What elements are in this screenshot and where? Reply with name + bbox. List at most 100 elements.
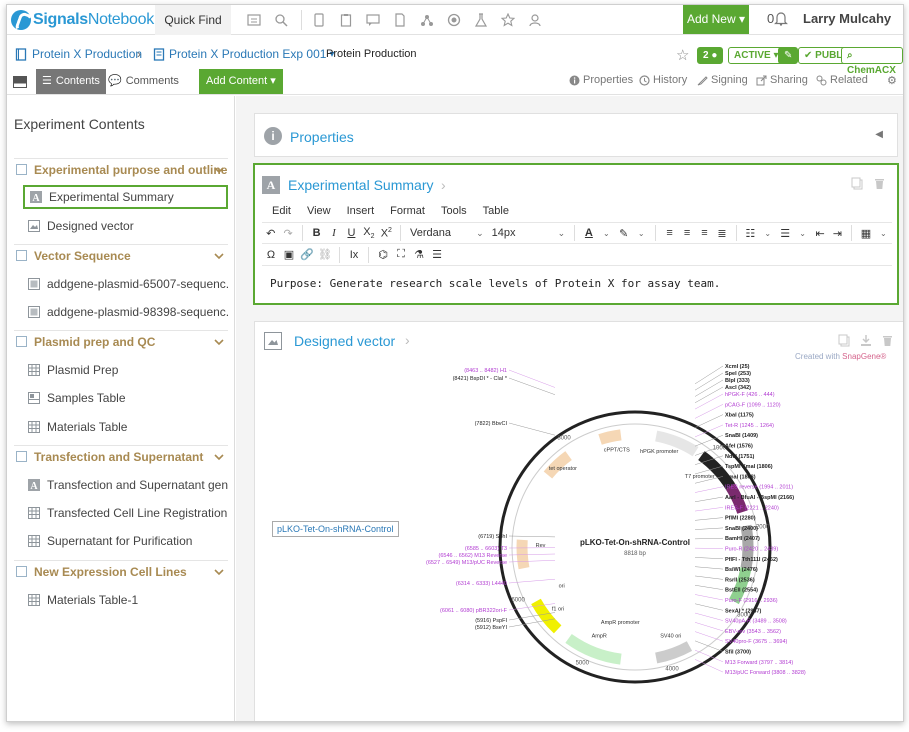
chevron-down-icon[interactable] [214, 335, 224, 349]
trash-icon[interactable] [882, 334, 893, 350]
section-transfection[interactable]: Transfection and Supernatant [14, 445, 228, 467]
link-icon[interactable]: 🔗 [298, 248, 316, 261]
feature-arc-sv40[interactable] [655, 641, 693, 664]
add-content-button[interactable]: Add Content ▾ [199, 69, 283, 94]
tab-history[interactable]: History [639, 74, 687, 86]
editor-content[interactable]: Purpose: Generate research scale levels … [270, 277, 720, 290]
feature-arc-rev[interactable] [516, 539, 530, 570]
unlink-icon[interactable]: ⛓ [316, 248, 334, 261]
subscript-icon[interactable]: X2 [360, 226, 377, 240]
menu-edit[interactable]: Edit [272, 205, 291, 217]
clipboard-icon[interactable] [337, 12, 355, 28]
italic-icon[interactable]: I [325, 227, 342, 239]
notebook-icon[interactable] [310, 12, 328, 28]
flask-icon[interactable] [472, 12, 490, 28]
tab-contents[interactable]: ☰ Contents [36, 69, 106, 94]
summary-title[interactable]: Experimental Summary [288, 177, 434, 193]
bullet-list-icon[interactable]: ☷ [742, 227, 759, 240]
map-site-label-right[interactable]: M13 Forward (3797 .. 3814) [725, 660, 793, 666]
menu-format[interactable]: Format [390, 205, 425, 217]
section-vector-sequence[interactable]: Vector Sequence [14, 244, 228, 266]
sidebar-item-plasmid-prep[interactable]: Plasmid Prep [23, 358, 228, 382]
section-experimental-purpose[interactable]: Experimental purpose and outline [14, 158, 228, 180]
image-icon[interactable]: ▣ [280, 248, 298, 261]
table-insert-icon[interactable]: ▦ [857, 227, 874, 240]
chevron-right-icon[interactable]: › [405, 332, 410, 348]
map-site-label-right[interactable]: EBV-rev (3543 .. 3562) [725, 629, 781, 635]
map-site-label-right[interactable]: M13/pUC Forward (3808 .. 3828) [725, 670, 806, 676]
vector-title[interactable]: Designed vector [294, 333, 395, 349]
map-site-label-left[interactable]: (6585 .. 6603) T3 [465, 546, 507, 552]
molecule-icon[interactable] [418, 12, 436, 28]
toggle-sidebar-button[interactable] [13, 69, 27, 94]
map-site-label-left[interactable]: (6546 .. 6562) M13 Reverse [439, 553, 507, 559]
map-site-label-right[interactable]: AfeI (1576) [725, 444, 753, 450]
map-site-label-left[interactable]: (5916) PspFI [475, 618, 507, 624]
sidebar-item-materials-table-1[interactable]: Materials Table-1 [23, 588, 228, 612]
map-site-label-right[interactable]: SmaI (1808) [725, 474, 756, 480]
menu-tools[interactable]: Tools [441, 205, 467, 217]
menu-table[interactable]: Table [483, 205, 509, 217]
section-plasmid-prep[interactable]: Plasmid prep and QC [14, 330, 228, 352]
clear-format-icon[interactable]: Ix [345, 249, 363, 261]
tab-sharing[interactable]: Sharing [756, 74, 808, 86]
tab-comments[interactable]: 💬 Comments [108, 69, 179, 94]
highlight-icon[interactable]: ✎ [615, 227, 632, 240]
sidebar-item-designed-vector[interactable]: Designed vector [23, 214, 228, 238]
map-site-label-left[interactable]: (7822) BbvCI [475, 421, 508, 427]
align-right-icon[interactable]: ≡ [696, 227, 713, 239]
sidebar-item-samples-table[interactable]: Samples Table [23, 386, 228, 410]
sidebar-item-transfection-gen[interactable]: A Transfection and Supernatant gen... [23, 473, 228, 497]
undo-icon[interactable]: ↶ [262, 227, 279, 240]
chevron-down-icon[interactable] [214, 450, 224, 464]
target-icon[interactable] [445, 12, 463, 28]
star-icon[interactable] [499, 12, 517, 28]
align-left-icon[interactable]: ≡ [661, 227, 678, 239]
map-site-label-right[interactable]: PflMI (2280) [725, 516, 756, 522]
trash-icon[interactable] [874, 177, 885, 193]
redo-icon[interactable]: ↷ [279, 227, 296, 240]
chevron-down-icon[interactable]: ⌄ [759, 229, 776, 238]
map-site-label-right[interactable]: SnaBI (1409) [725, 433, 758, 439]
chevron-down-icon[interactable]: ⌄ [598, 229, 615, 238]
outdent-icon[interactable]: ⇤ [811, 227, 828, 240]
feature-arc-green[interactable] [729, 567, 752, 605]
add-new-button[interactable]: Add New ▾ [683, 5, 749, 34]
quick-find-button[interactable]: Quick Find [155, 5, 231, 35]
copy-icon[interactable] [838, 334, 851, 350]
download-icon[interactable] [860, 334, 872, 350]
bold-icon[interactable]: B [308, 227, 325, 239]
map-site-label-right[interactable]: BamHI (2407) [725, 536, 760, 542]
map-site-label-right[interactable]: SnaBI (2400) [725, 526, 758, 532]
sidebar-item-sequence-98398[interactable]: addgene-plasmid-98398-sequenc... [23, 300, 228, 324]
map-site-label-right[interactable]: pCAG-F (1099 .. 1120) [725, 402, 781, 408]
user-name[interactable]: Larry Mulcahy [803, 11, 891, 26]
special-char-icon[interactable]: Ω [262, 249, 280, 261]
structure-icon[interactable]: ⌬ [374, 248, 392, 261]
copy-icon[interactable] [851, 177, 864, 193]
map-site-label-right[interactable]: NdeI (1751) [725, 454, 755, 460]
menu-view[interactable]: View [307, 205, 331, 217]
map-site-label-left[interactable]: (6061 .. 6080) pBR322ori-F [440, 608, 508, 614]
sidebar-item-cell-line-registration[interactable]: Transfected Cell Line Registration [23, 501, 228, 525]
feature-arc-cppt[interactable] [598, 429, 622, 445]
align-justify-icon[interactable]: ≣ [713, 227, 730, 240]
edit-pencil-button[interactable]: ✎ [778, 47, 799, 64]
indent-icon[interactable]: ⇥ [829, 227, 846, 240]
search-icon[interactable] [272, 12, 290, 28]
sidebar-item-supernatant[interactable]: Supernatant for Purification [23, 529, 228, 553]
map-site-label-right[interactable]: BstEII (2554) [725, 588, 758, 594]
map-site-label-right[interactable]: SpeI (253) [725, 371, 751, 377]
flask-icon[interactable]: ⚗ [410, 248, 428, 261]
screen-icon[interactable] [245, 12, 263, 28]
superscript-icon[interactable]: X2 [378, 227, 395, 240]
favorite-star-icon[interactable]: ☆ [676, 46, 689, 64]
map-site-label-right[interactable]: SexAI * (2987) [725, 608, 762, 614]
chevron-down-icon[interactable] [214, 163, 224, 177]
sidebar-item-sequence-65007[interactable]: addgene-plasmid-65007-sequenc... [23, 272, 228, 296]
map-site-label-right[interactable]: Puro-F (2916 .. 2936) [725, 598, 778, 604]
map-site-label-left[interactable]: (5912) BseYI [475, 625, 508, 631]
map-site-label-right[interactable]: IRES reverse (1994 .. 2011) [725, 485, 793, 491]
settings-gear-icon[interactable]: ⚙ [887, 74, 897, 87]
chat-list-icon[interactable] [364, 12, 382, 28]
